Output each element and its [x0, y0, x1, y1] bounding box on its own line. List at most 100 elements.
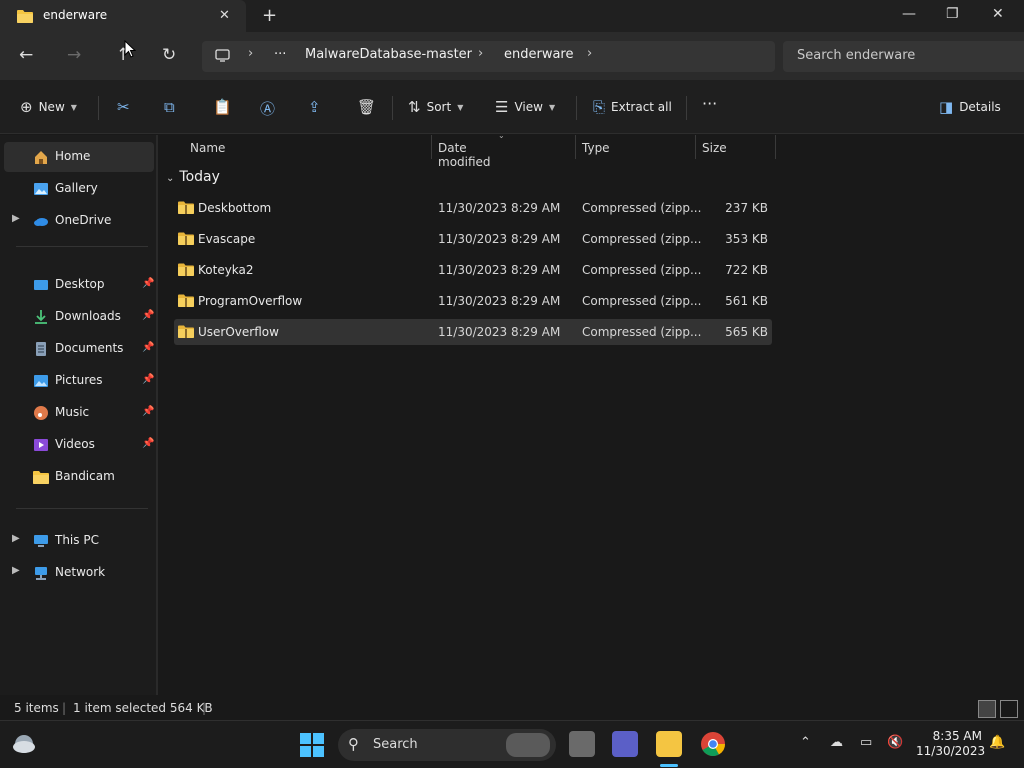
- sidebar-label: Documents: [55, 341, 124, 355]
- table-row[interactable]: UserOverflow 11/30/2023 8:29 AM Compressed…: [174, 319, 772, 345]
- file-name: ProgramOverflow: [198, 294, 303, 308]
- breadcrumb-malwaredatabase[interactable]: MalwareDatabase-master: [305, 47, 472, 62]
- sidebar-item-documents[interactable]: Documents 📌: [4, 334, 154, 364]
- cut-button[interactable]: ✂: [117, 98, 130, 116]
- view-button[interactable]: ☰ View ▼: [495, 98, 555, 116]
- view-lines-icon: ☰: [495, 98, 509, 116]
- delete-button[interactable]: 🗑: [357, 98, 376, 116]
- file-date: 11/30/2023 8:29 AM: [438, 294, 561, 308]
- pin-icon[interactable]: 📌: [142, 310, 154, 321]
- pin-icon[interactable]: 📌: [142, 406, 154, 417]
- file-name: Evascape: [198, 232, 256, 246]
- sidebar-item-network[interactable]: ▶ Network: [4, 558, 154, 588]
- breadcrumb-more[interactable]: ···: [274, 47, 286, 62]
- table-row[interactable]: Deskbottom 11/30/2023 8:29 AM Compressed (…: [174, 195, 772, 221]
- refresh-button[interactable]: ↻: [162, 45, 176, 65]
- details-view-toggle[interactable]: [978, 700, 996, 718]
- file-type: Compressed (zipp...: [582, 263, 702, 277]
- folder-icon: [17, 10, 33, 23]
- search-input[interactable]: Search enderware: [783, 41, 1024, 72]
- breadcrumb-separator: ›: [587, 46, 593, 61]
- search-icon: ⚲: [348, 735, 359, 753]
- column-divider[interactable]: [775, 135, 776, 159]
- pin-icon[interactable]: 📌: [142, 278, 154, 289]
- sidebar-label: OneDrive: [55, 213, 112, 227]
- pin-icon[interactable]: 📌: [142, 374, 154, 385]
- plus-circle-icon: ⊕: [20, 98, 33, 116]
- window-close-button[interactable]: ✕: [992, 6, 1004, 22]
- table-row[interactable]: Koteyka2 11/30/2023 8:29 AM Compressed (zi…: [174, 257, 772, 283]
- column-divider[interactable]: [575, 135, 576, 159]
- folder-icon: [33, 471, 49, 484]
- pin-icon[interactable]: 📌: [142, 438, 154, 449]
- breadcrumb-separator: ›: [248, 46, 254, 61]
- back-button[interactable]: ←: [19, 45, 33, 65]
- sidebar-item-onedrive[interactable]: ▶ OneDrive: [4, 206, 154, 236]
- minimize-button[interactable]: —: [902, 6, 916, 22]
- taskbar-search[interactable]: ⚲ Search: [338, 729, 556, 761]
- sound-icon[interactable]: 🔇: [887, 735, 903, 750]
- sidebar-item-videos[interactable]: Videos 📌: [4, 430, 154, 460]
- column-divider[interactable]: [431, 135, 432, 159]
- chevron-up-icon[interactable]: ⌃: [800, 735, 811, 750]
- file-explorer-icon[interactable]: [656, 731, 682, 757]
- view-label: View: [514, 100, 543, 114]
- sort-button[interactable]: ⇅ Sort ▼: [408, 98, 463, 116]
- column-divider[interactable]: [695, 135, 696, 159]
- sidebar-item-this-pc[interactable]: ▶ This PC: [4, 526, 154, 556]
- divider: [686, 96, 687, 120]
- zip-folder-icon: [178, 201, 194, 214]
- clock[interactable]: 8:35 AM 11/30/2023: [916, 729, 986, 759]
- extract-all-button[interactable]: ⎘ Extract all: [593, 98, 672, 116]
- rename-button[interactable]: Ⓐ: [260, 98, 275, 119]
- file-date: 11/30/2023 8:29 AM: [438, 263, 561, 277]
- sidebar-item-bandicam[interactable]: Bandicam: [4, 462, 154, 492]
- windows-start-icon[interactable]: [300, 733, 324, 757]
- computer-icon: [34, 535, 48, 547]
- group-header-today[interactable]: ⌄ Today: [166, 169, 220, 185]
- sidebar-item-home[interactable]: Home: [4, 142, 154, 172]
- breadcrumb-enderware[interactable]: enderware: [504, 47, 574, 62]
- pin-icon[interactable]: 📌: [142, 342, 154, 353]
- date: 11/30/2023: [916, 744, 986, 758]
- chrome-icon[interactable]: [700, 731, 726, 757]
- active-app-indicator: [660, 764, 678, 767]
- table-row[interactable]: Evascape 11/30/2023 8:29 AM Compressed (zi…: [174, 226, 772, 252]
- teams-icon[interactable]: [612, 731, 638, 757]
- computer-icon: [215, 49, 230, 62]
- tab-close-button[interactable]: ✕: [219, 8, 230, 23]
- chevron-right-icon[interactable]: ▶: [12, 213, 20, 224]
- breadcrumb[interactable]: › ··· MalwareDatabase-master › enderware…: [202, 41, 775, 72]
- tiles-view-toggle[interactable]: [1000, 700, 1018, 718]
- copy-button[interactable]: ⧉: [164, 98, 175, 116]
- file-type: Compressed (zipp...: [582, 232, 702, 246]
- restore-button[interactable]: ❐: [946, 6, 959, 22]
- task-view-icon[interactable]: [569, 731, 595, 757]
- tab-enderware[interactable]: enderware ✕: [0, 0, 246, 32]
- display-icon[interactable]: ▭: [860, 735, 872, 750]
- status-bar: 5 items | 1 item selected 564 KB |: [0, 697, 1024, 721]
- sidebar-item-gallery[interactable]: Gallery: [4, 174, 154, 204]
- divider: [392, 96, 393, 120]
- divider: [16, 508, 148, 509]
- weather-icon[interactable]: [11, 733, 37, 755]
- sidebar-item-desktop[interactable]: Desktop 📌: [4, 270, 154, 300]
- taskbar-search-label: Search: [373, 737, 418, 752]
- paste-button[interactable]: 📋: [213, 98, 232, 116]
- network-icon: [35, 567, 47, 580]
- details-button[interactable]: ◨ Details: [939, 98, 1001, 116]
- table-row[interactable]: ProgramOverflow 11/30/2023 8:29 AM Compres…: [174, 288, 772, 314]
- forward-button[interactable]: →: [67, 45, 81, 65]
- chevron-right-icon[interactable]: ▶: [12, 565, 20, 576]
- onedrive-tray-icon[interactable]: ☁: [830, 735, 843, 750]
- sidebar-item-pictures[interactable]: Pictures 📌: [4, 366, 154, 396]
- more-options-button[interactable]: ···: [702, 94, 717, 113]
- new-tab-button[interactable]: +: [262, 5, 277, 26]
- notification-bell-icon[interactable]: 🔔: [989, 735, 1005, 750]
- sidebar-item-music[interactable]: Music 📌: [4, 398, 154, 428]
- new-button[interactable]: ⊕ New ▼: [20, 98, 77, 116]
- share-button[interactable]: ⇪: [308, 98, 321, 116]
- sidebar-item-downloads[interactable]: Downloads 📌: [4, 302, 154, 332]
- file-size: 722 KB: [725, 263, 768, 277]
- chevron-right-icon[interactable]: ▶: [12, 533, 20, 544]
